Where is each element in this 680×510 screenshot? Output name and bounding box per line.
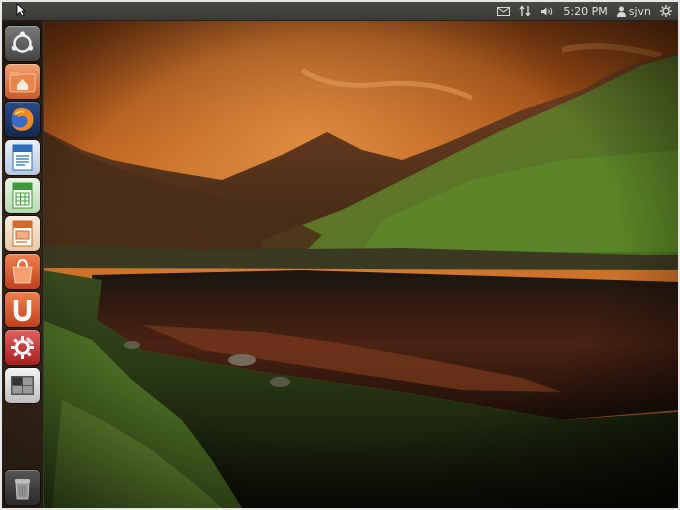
ubuntu-one-icon <box>13 300 32 322</box>
writer-icon <box>12 144 33 171</box>
indicator-area: 5:20 PM sjvn <box>497 2 672 20</box>
system-settings-button[interactable] <box>5 330 40 365</box>
software-center-button[interactable] <box>5 254 40 289</box>
top-panel: 5:20 PM sjvn <box>2 2 678 21</box>
mouse-pointer-icon <box>16 3 26 17</box>
trash-icon <box>15 479 30 500</box>
volume-icon[interactable] <box>540 2 554 20</box>
trash-button[interactable] <box>5 470 40 505</box>
workspaces-icon <box>11 376 34 395</box>
settings-icon <box>11 336 35 359</box>
folder-home-icon <box>9 72 36 93</box>
desktop-screen: 5:20 PM sjvn <box>2 2 678 508</box>
dash-home-button[interactable] <box>5 26 40 61</box>
user-menu[interactable]: sjvn <box>616 2 651 20</box>
firefox-button[interactable] <box>5 102 40 137</box>
ubuntu-one-button[interactable] <box>5 292 40 327</box>
workspace-switcher-button[interactable] <box>5 368 40 403</box>
mail-icon[interactable] <box>497 2 511 20</box>
ubuntu-logo-icon <box>11 31 34 53</box>
libreoffice-writer-button[interactable] <box>5 140 40 175</box>
libreoffice-impress-button[interactable] <box>5 216 40 251</box>
impress-icon <box>12 220 33 247</box>
network-icon[interactable] <box>519 2 531 20</box>
user-name: sjvn <box>628 4 651 18</box>
desktop-wallpaper[interactable] <box>2 20 678 508</box>
launcher <box>2 20 44 508</box>
firefox-icon <box>11 107 34 131</box>
calc-icon <box>12 182 33 209</box>
clock[interactable]: 5:20 PM <box>563 2 607 20</box>
user-icon <box>616 6 626 17</box>
session-gear-icon[interactable] <box>660 2 672 20</box>
shopping-bag-icon <box>12 258 33 284</box>
home-folder-button[interactable] <box>5 64 40 99</box>
libreoffice-calc-button[interactable] <box>5 178 40 213</box>
